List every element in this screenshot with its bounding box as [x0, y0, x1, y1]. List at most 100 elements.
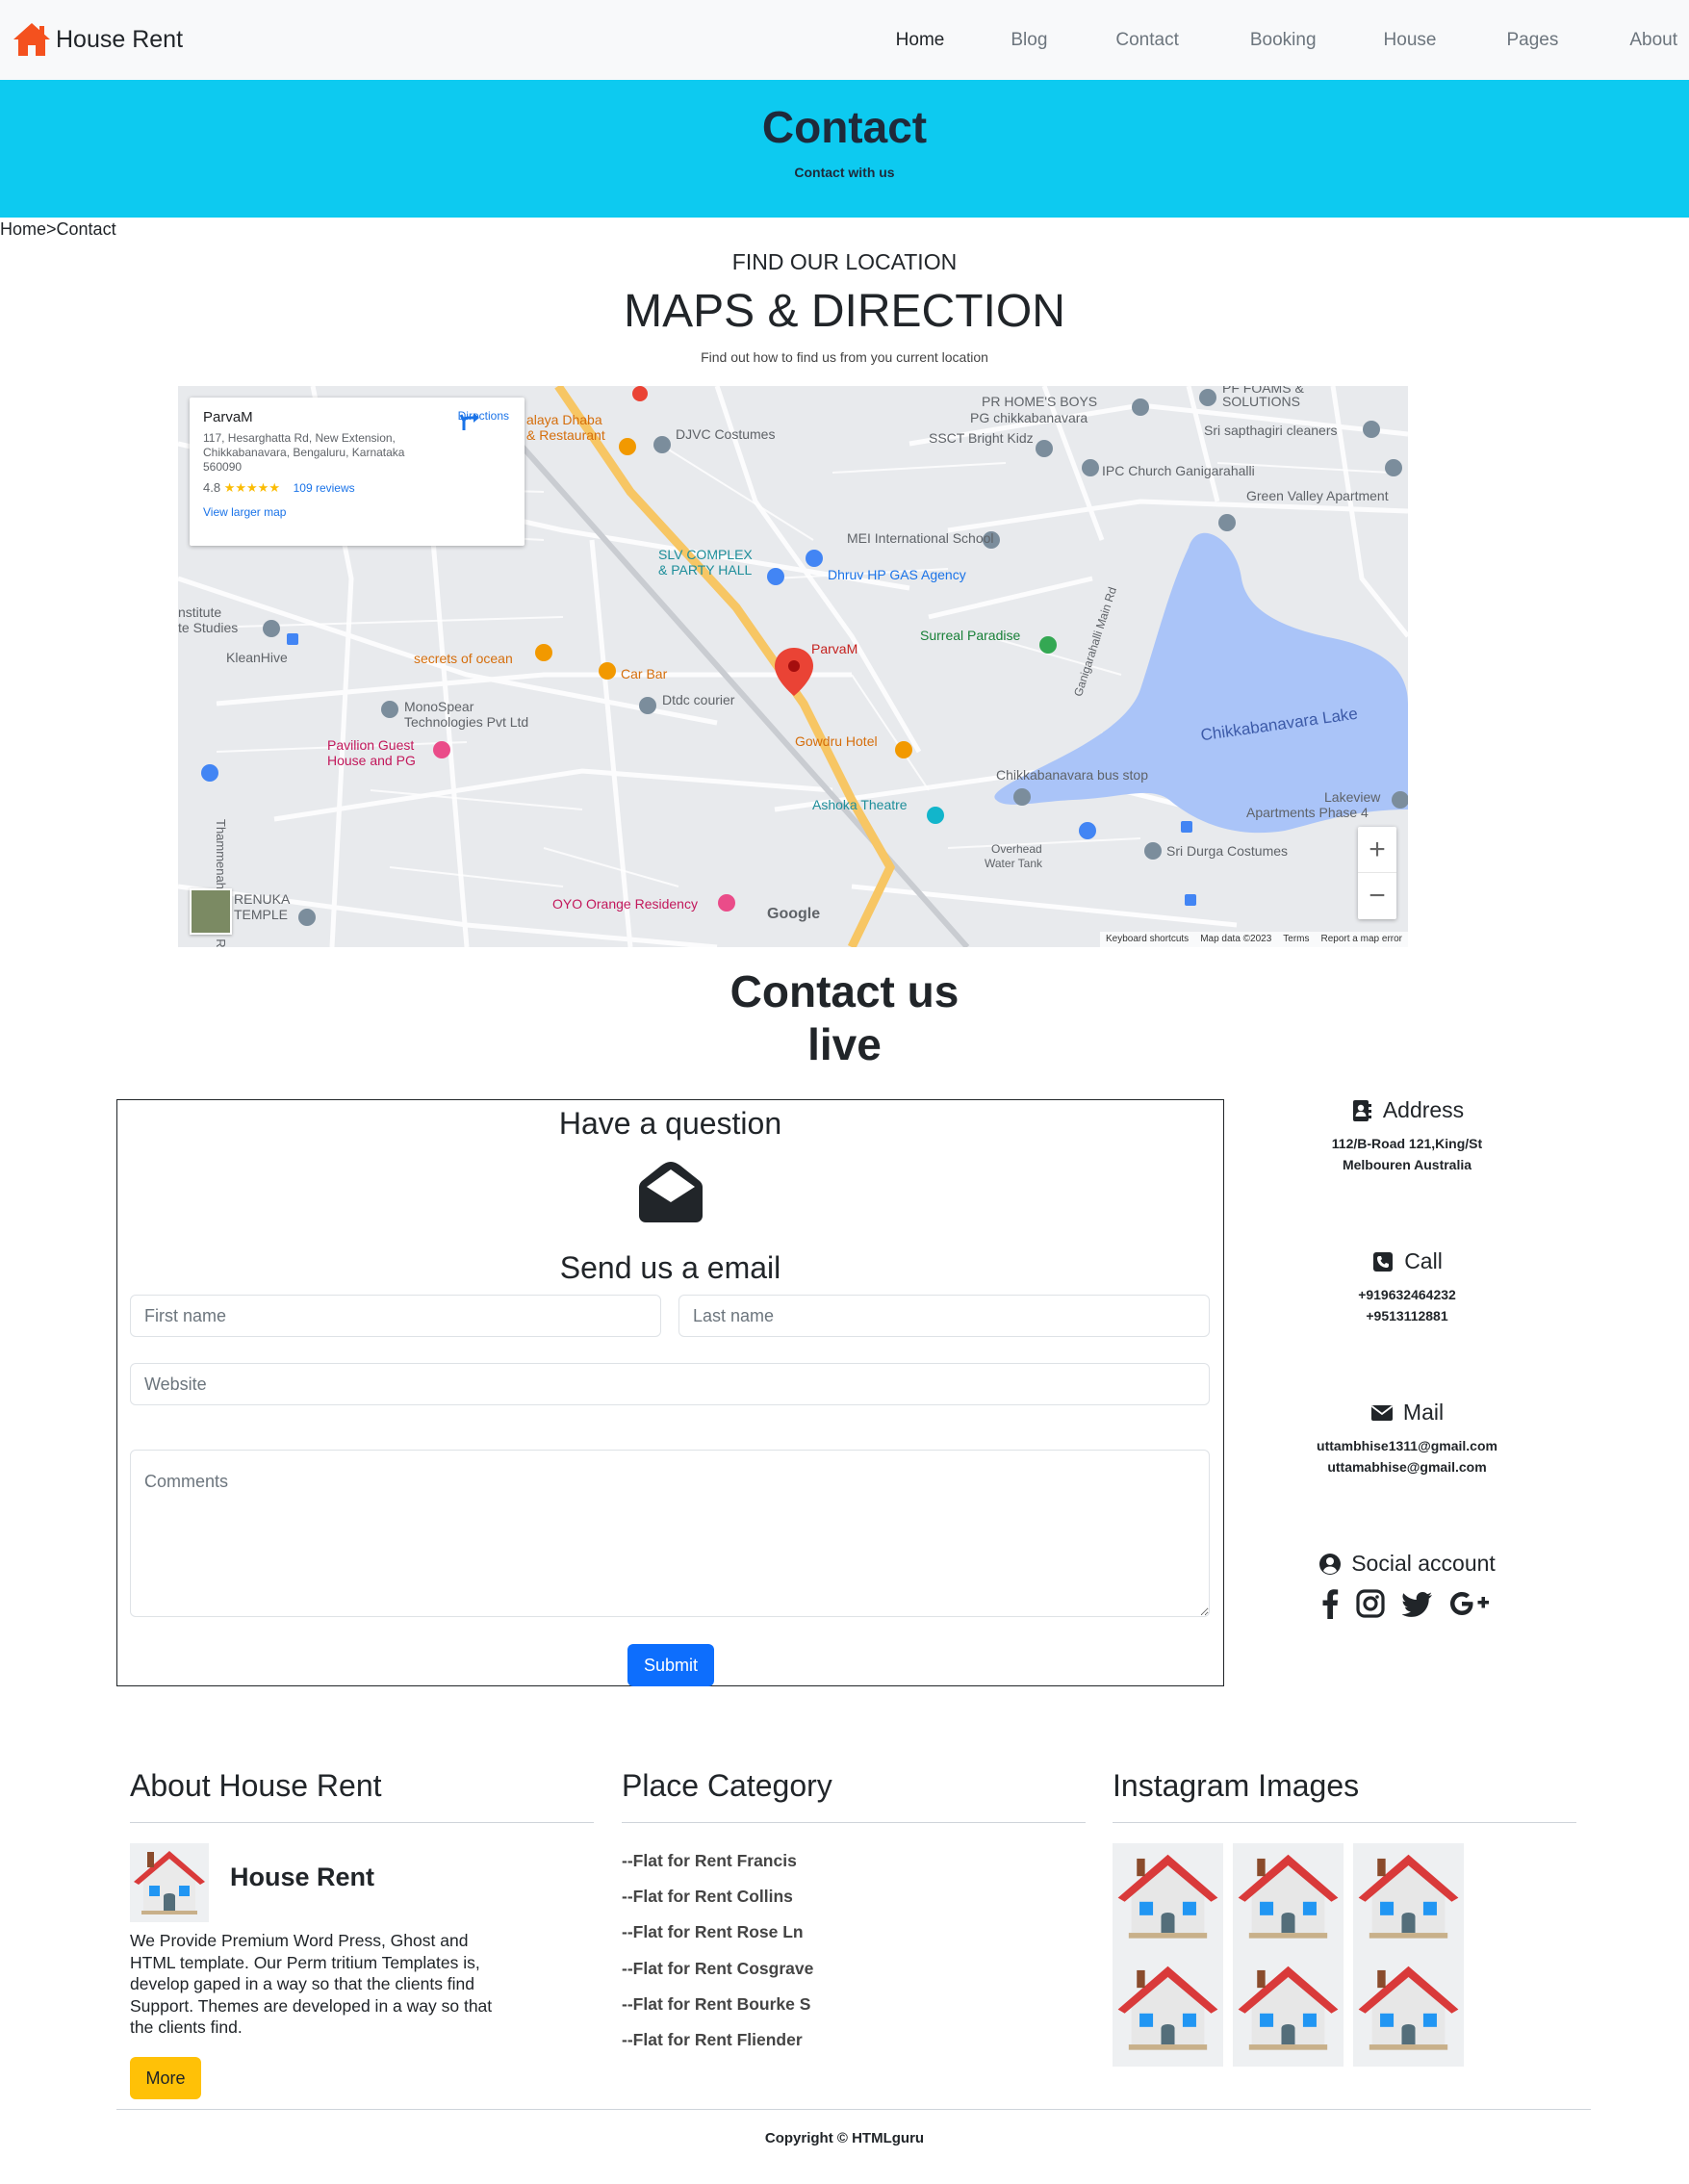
email-address[interactable]: uttambhise1311@gmail.com [1263, 1435, 1551, 1456]
comments-field[interactable] [130, 1450, 1210, 1617]
map-label: Sri sapthagiri cleaners [1204, 423, 1338, 438]
nav-home[interactable]: Home [896, 30, 945, 51]
embedded-map[interactable]: ParvaM PR HOME'S BOYS PG chikkabanavara … [178, 386, 1408, 947]
nav-blog[interactable]: Blog [1011, 30, 1047, 51]
divider [622, 1822, 1086, 1823]
navbar: House Rent Home Blog Contact Booking Hou… [0, 0, 1689, 80]
email-address[interactable]: uttamabhise@gmail.com [1263, 1456, 1551, 1477]
place-list: --Flat for Rent Francis --Flat for Rent … [622, 1843, 813, 2058]
phone-number[interactable]: +919632464232 [1263, 1284, 1551, 1305]
map-label: Ashoka Theatre [812, 797, 908, 812]
place-link[interactable]: --Flat for Rent Francis [622, 1843, 813, 1879]
map-label: OYO Orange Residency [552, 896, 698, 912]
place-link[interactable]: --Flat for Rent Fliender [622, 2022, 813, 2058]
google-plus-icon[interactable] [1450, 1588, 1493, 1619]
more-button[interactable]: More [130, 2057, 201, 2099]
map-footer: Keyboard shortcuts Map data ©2023 Terms … [1100, 932, 1408, 947]
map-label: IPC Church Ganigarahalli [1102, 463, 1255, 478]
website-field[interactable] [130, 1363, 1210, 1405]
place-link[interactable]: --Flat for Rent Cosgrave [622, 1951, 813, 1987]
map-label: SLV COMPLEX [658, 547, 753, 562]
map-label: nstitute [178, 604, 222, 620]
breadcrumb-separator: > [46, 219, 57, 239]
report-map-error-link[interactable]: Report a map error [1321, 934, 1402, 945]
page-title: Contact [761, 102, 928, 152]
instagram-image[interactable] [1113, 1955, 1223, 2067]
mail-heading: Mail [1263, 1400, 1551, 1426]
map-label: MEI International School [847, 530, 994, 546]
place-address: 117, Hesarghatta Rd, New Extension, Chik… [203, 431, 405, 474]
terms-link[interactable]: Terms [1283, 934, 1309, 945]
map-label: Water Tank [985, 857, 1043, 870]
nav-house[interactable]: House [1384, 30, 1437, 51]
address-title: Address [1382, 1097, 1465, 1122]
map-label: & Restaurant [526, 427, 605, 443]
social-block: Social account [1263, 1551, 1551, 1619]
map-label: alaya Dhaba [526, 412, 602, 427]
address-block: Address 112/B-Road 121,King/St Melbouren… [1263, 1097, 1551, 1175]
nav-about[interactable]: About [1629, 30, 1677, 51]
footer-instagram-title: Instagram Images [1113, 1768, 1360, 1803]
map-label: RENUKA [234, 891, 291, 907]
map-label: Car Bar [621, 666, 668, 681]
google-logo: Google [767, 906, 821, 922]
zoom-in-button[interactable]: + [1358, 827, 1396, 873]
reviews-link[interactable]: 109 reviews [294, 481, 355, 495]
call-title: Call [1404, 1248, 1443, 1273]
nav-contact[interactable]: Contact [1115, 30, 1178, 51]
address-heading: Address [1263, 1097, 1551, 1123]
address-line: 112/B-Road 121,King/St [1331, 1136, 1483, 1151]
directions-icon [459, 413, 479, 430]
map-label: SOLUTIONS [1222, 394, 1300, 409]
place-link[interactable]: --Flat for Rent Rose Ln [622, 1914, 813, 1950]
instagram-icon[interactable] [1356, 1588, 1385, 1619]
place-link[interactable]: --Flat for Rent Collins [622, 1879, 813, 1914]
instagram-image[interactable] [1353, 1843, 1464, 1955]
twitter-icon[interactable] [1401, 1588, 1433, 1619]
nav-pages[interactable]: Pages [1506, 30, 1558, 51]
instagram-image[interactable] [1353, 1955, 1464, 2067]
map-label: ParvaM [811, 641, 858, 656]
directions-button[interactable]: Directions [458, 409, 509, 430]
contact-live-line1: Contact us [729, 966, 960, 1016]
last-name-field[interactable] [678, 1295, 1210, 1337]
map-label: Sri Durga Costumes [1166, 843, 1289, 859]
form-question-heading: Have a question [558, 1106, 782, 1141]
footer-about-text: We Provide Premium Word Press, Ghost and… [130, 1931, 493, 2037]
breadcrumb-current: Contact [56, 219, 116, 239]
zoom-out-button[interactable]: − [1358, 873, 1396, 919]
place-link[interactable]: --Flat for Rent Bourke S [622, 1987, 813, 2022]
divider [130, 1822, 594, 1823]
call-heading: Call [1263, 1248, 1551, 1274]
zoom-controls: + − [1358, 827, 1396, 919]
address-line: Melbouren Australia [1342, 1157, 1472, 1172]
submit-button[interactable]: Submit [627, 1644, 714, 1686]
brand[interactable]: House Rent [12, 21, 183, 58]
keyboard-shortcuts-link[interactable]: Keyboard shortcuts [1106, 934, 1189, 945]
breadcrumb-home[interactable]: Home [0, 219, 46, 239]
map-label: secrets of ocean [414, 651, 513, 666]
instagram-image[interactable] [1233, 1843, 1344, 1955]
nav-booking[interactable]: Booking [1250, 30, 1317, 51]
map-label: House and PG [327, 753, 416, 768]
instagram-image[interactable] [1113, 1843, 1223, 1955]
map-label: te Studies [178, 620, 239, 635]
facebook-icon[interactable] [1321, 1588, 1339, 1619]
footer-place-title: Place Category [622, 1768, 832, 1803]
map-label: Chikkabanavara bus stop [996, 767, 1148, 783]
house-image [130, 1843, 209, 1922]
call-block: Call +919632464232 +9513112881 [1263, 1248, 1551, 1326]
hero-banner: Contact Contact with us [0, 80, 1689, 218]
phone-number[interactable]: +9513112881 [1263, 1305, 1551, 1326]
page-subtitle: Contact with us [794, 165, 895, 180]
place-rating: 4.8 ★★★★★ 109 reviews [203, 480, 511, 496]
map-data-text: Map data ©2023 [1200, 934, 1272, 944]
view-larger-map-link[interactable]: View larger map [203, 505, 511, 519]
map-label: Apartments Phase 4 [1246, 805, 1369, 820]
contact-form: Have a question Send us a email Submit [116, 1099, 1224, 1686]
first-name-field[interactable] [130, 1295, 661, 1337]
satellite-toggle[interactable] [190, 888, 232, 935]
envelope-icon [1370, 1404, 1393, 1421]
instagram-image[interactable] [1233, 1955, 1344, 2067]
map-label: SSCT Bright Kidz [929, 430, 1034, 446]
